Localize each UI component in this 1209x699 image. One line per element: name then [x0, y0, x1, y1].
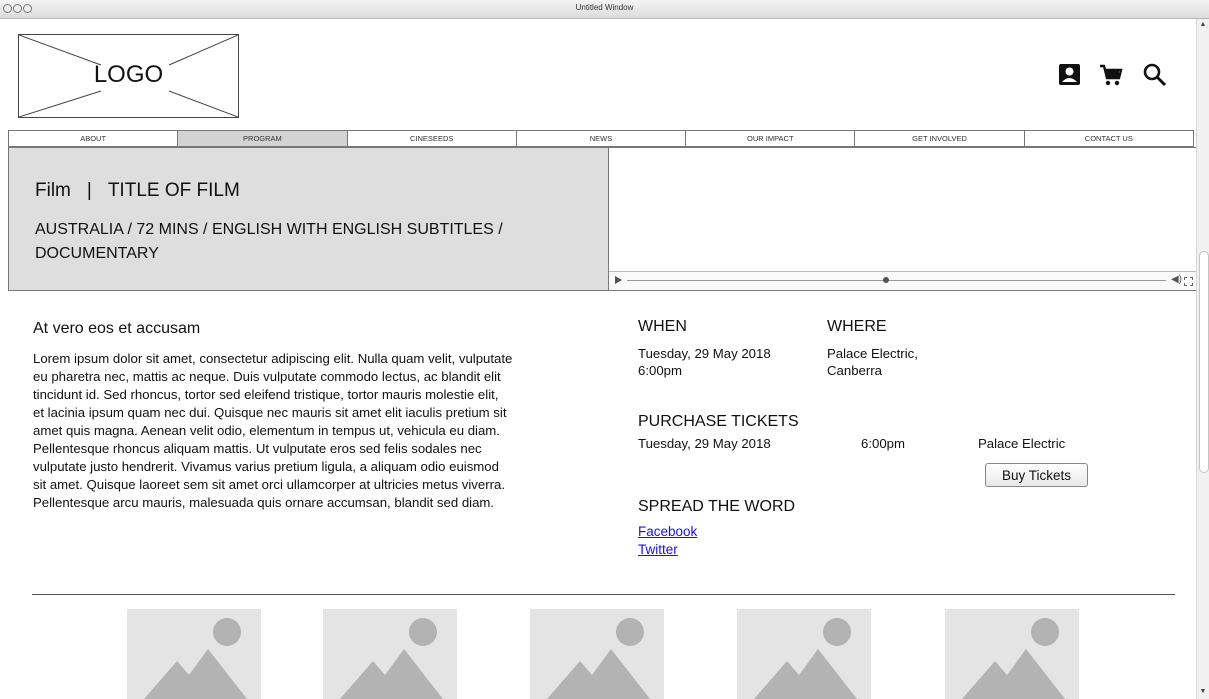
article-body: Lorem ipsum dolor sit amet, consectetur …	[33, 351, 513, 510]
article-title: At vero eos et accusam	[33, 320, 201, 337]
buy-tickets-button[interactable]: Buy Tickets	[985, 463, 1088, 487]
play-icon[interactable]	[615, 276, 622, 284]
where-city: Canberra	[827, 363, 882, 378]
image-placeholder-icon	[962, 618, 1065, 699]
gallery-image-3[interactable]	[530, 609, 664, 699]
nav-item-contact-us[interactable]: CONTACT US	[1024, 131, 1193, 146]
volume-icon[interactable]: ◀)	[1171, 274, 1182, 285]
section-divider	[32, 594, 1175, 595]
gallery-image-2[interactable]	[323, 609, 457, 699]
ticket-venue: Palace Electric	[978, 436, 1066, 451]
when-heading: WHEN	[638, 318, 687, 335]
video-progress-knob[interactable]	[882, 277, 889, 283]
spread-the-word-heading: SPREAD THE WORD	[638, 498, 796, 515]
title-separator: |	[86, 180, 92, 201]
film-meta: AUSTRALIA / 72 MINS / ENGLISH WITH ENGLI…	[35, 221, 503, 262]
image-placeholder-icon	[340, 618, 443, 699]
where-venue: Palace Electric,	[827, 346, 918, 361]
film-category: Film	[35, 180, 71, 201]
video-controls: ◀)	[609, 271, 1196, 290]
when-date: Tuesday, 29 May 2018	[638, 346, 771, 361]
film-title: TITLE OF FILM	[107, 180, 240, 201]
nav-item-program[interactable]: PROGRAM	[178, 131, 348, 146]
gallery-image-5[interactable]	[945, 609, 1079, 699]
main-nav: ABOUT PROGRAM CINESEEDS NEWS OUR IMPACT …	[8, 130, 1194, 147]
gallery-image-4[interactable]	[737, 609, 871, 699]
ticket-time: 6:00pm	[861, 436, 905, 451]
image-placeholder-icon	[754, 618, 857, 699]
logo-text: LOGO	[93, 61, 164, 88]
where-heading: WHERE	[827, 318, 887, 335]
facebook-link[interactable]: Facebook	[638, 524, 697, 539]
video-progress-track[interactable]	[627, 280, 1166, 281]
twitter-link[interactable]: Twitter	[638, 542, 678, 557]
scroll-thumb[interactable]	[1199, 251, 1209, 473]
nav-item-about[interactable]: ABOUT	[9, 131, 179, 146]
cart-icon[interactable]	[1098, 62, 1124, 88]
video-player[interactable]: ◀)	[609, 147, 1196, 291]
fullscreen-icon[interactable]	[1184, 277, 1193, 286]
when-time: 6:00pm	[638, 363, 682, 378]
nav-item-news[interactable]: NEWS	[516, 131, 687, 146]
purchase-tickets-heading: PURCHASE TICKETS	[638, 413, 799, 430]
image-placeholder-icon	[547, 618, 650, 699]
film-hero-panel: Film | TITLE OF FILM AUSTRALIA / 72 MINS /…	[8, 147, 609, 291]
window-titlebar: Untitled Window	[0, 0, 1209, 19]
nav-item-cineseeds[interactable]: CINESEEDS	[347, 131, 517, 146]
scroll-up-icon[interactable]: ▲	[1198, 20, 1208, 29]
nav-item-our-impact[interactable]: OUR IMPACT	[686, 131, 856, 146]
ticket-date: Tuesday, 29 May 2018	[638, 436, 771, 451]
nav-item-get-involved[interactable]: GET INVOLVED	[855, 131, 1025, 146]
logo[interactable]: LOGO	[18, 34, 239, 118]
gallery-image-1[interactable]	[127, 609, 261, 699]
image-placeholder-icon	[144, 618, 247, 699]
film-heading: Film | TITLE OF FILM	[35, 180, 240, 202]
scroll-down-icon[interactable]: ▼	[1198, 687, 1208, 696]
window-title: Untitled Window	[575, 3, 634, 12]
account-icon[interactable]	[1057, 62, 1083, 88]
search-icon[interactable]	[1142, 62, 1168, 88]
vertical-scrollbar[interactable]: ▲ ▼	[1196, 19, 1209, 699]
